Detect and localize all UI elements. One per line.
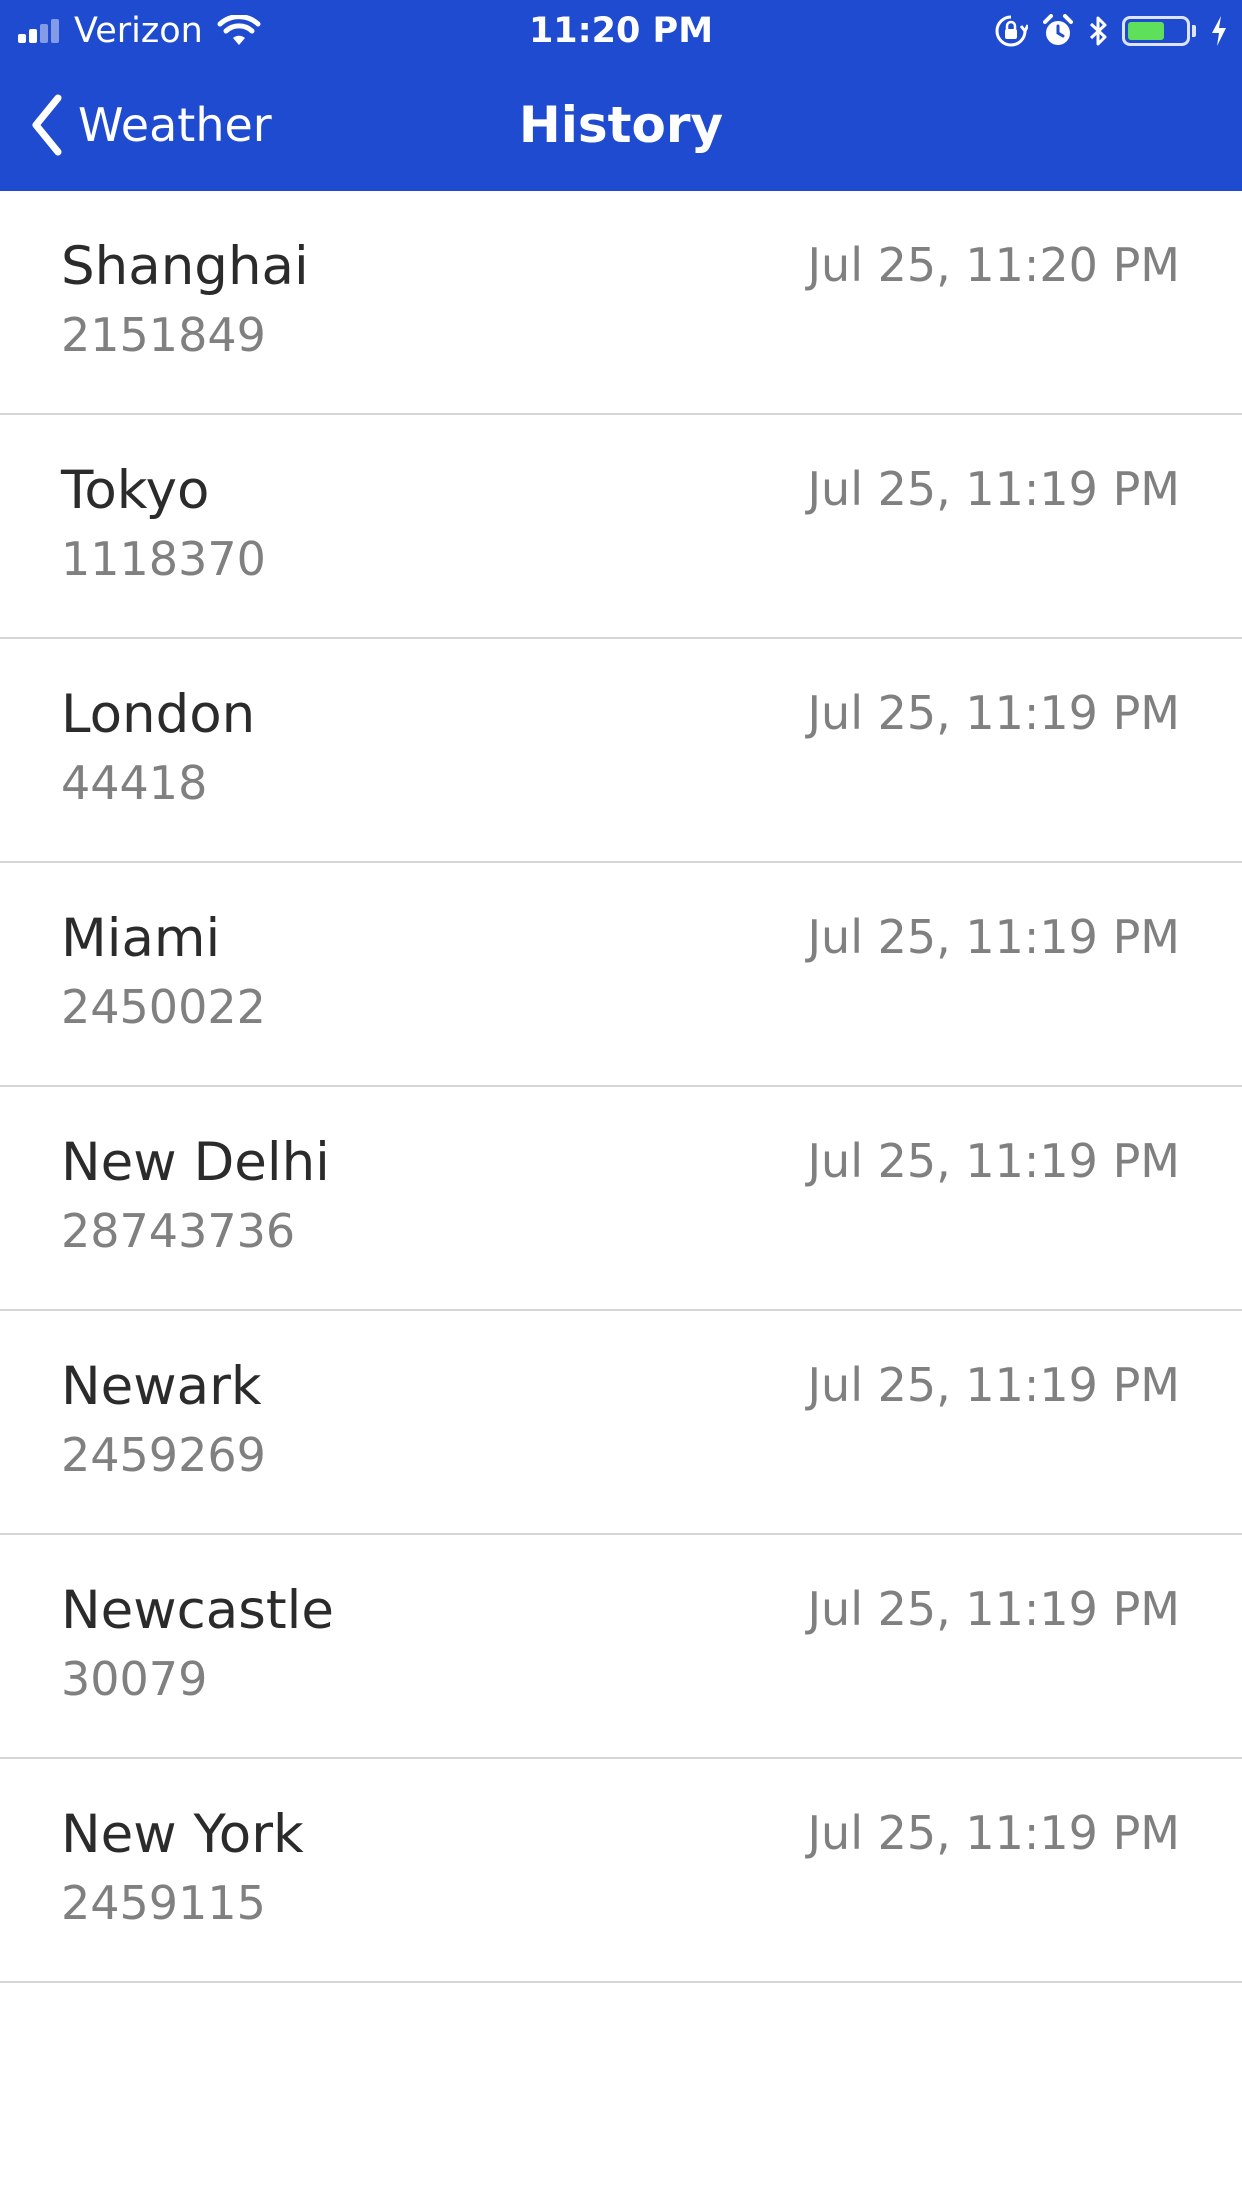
history-list: Shanghai 2151849 Jul 25, 11:20 PM Tokyo … (0, 191, 1242, 1983)
history-row[interactable]: New Delhi 28743736 Jul 25, 11:19 PM (0, 1087, 1242, 1311)
history-row[interactable]: London 44418 Jul 25, 11:19 PM (0, 639, 1242, 863)
searched-time: Jul 25, 11:19 PM (807, 1358, 1180, 1412)
alarm-icon (1043, 14, 1073, 45)
city-woeid: 30079 (61, 1652, 208, 1706)
history-row[interactable]: New York 2459115 Jul 25, 11:19 PM (0, 1759, 1242, 1983)
city-name: Shanghai (61, 236, 309, 297)
rotation-lock-icon (995, 15, 1028, 47)
city-name: Miami (61, 908, 221, 969)
page-title: History (518, 96, 724, 154)
city-woeid: 28743736 (61, 1204, 296, 1258)
city-woeid: 2151849 (61, 308, 266, 362)
battery-level (1128, 22, 1164, 40)
city-woeid: 1118370 (61, 532, 266, 586)
city-woeid: 2459115 (61, 1876, 266, 1930)
searched-time: Jul 25, 11:19 PM (807, 462, 1180, 516)
history-row[interactable]: Shanghai 2151849 Jul 25, 11:20 PM (0, 191, 1242, 415)
status-bar: Verizon 11:20 PM (0, 0, 1242, 62)
bluetooth-icon (1089, 16, 1107, 46)
city-name: Newark (61, 1356, 262, 1417)
city-name: New York (61, 1804, 304, 1865)
searched-time: Jul 25, 11:19 PM (807, 1582, 1180, 1636)
header: Verizon 11:20 PM Weather History (0, 0, 1242, 191)
city-woeid: 44418 (61, 756, 208, 810)
searched-time: Jul 25, 11:19 PM (807, 1806, 1180, 1860)
searched-time: Jul 25, 11:20 PM (807, 238, 1180, 292)
navigation-bar: Weather History (0, 62, 1242, 191)
status-bar-right (994, 10, 1228, 52)
searched-time: Jul 25, 11:19 PM (807, 686, 1180, 740)
history-row[interactable]: Newcastle 30079 Jul 25, 11:19 PM (0, 1535, 1242, 1759)
city-name: Newcastle (61, 1580, 334, 1641)
charging-icon (1212, 16, 1226, 46)
searched-time: Jul 25, 11:19 PM (807, 910, 1180, 964)
city-woeid: 2459269 (61, 1428, 266, 1482)
battery-nub (1192, 25, 1196, 37)
history-row[interactable]: Tokyo 1118370 Jul 25, 11:19 PM (0, 415, 1242, 639)
history-row[interactable]: Newark 2459269 Jul 25, 11:19 PM (0, 1311, 1242, 1535)
city-woeid: 2450022 (61, 980, 266, 1034)
history-row[interactable]: Miami 2450022 Jul 25, 11:19 PM (0, 863, 1242, 1087)
city-name: New Delhi (61, 1132, 330, 1193)
battery-icon (1122, 16, 1190, 46)
city-name: London (61, 684, 256, 745)
searched-time: Jul 25, 11:19 PM (807, 1134, 1180, 1188)
city-name: Tokyo (61, 460, 210, 521)
